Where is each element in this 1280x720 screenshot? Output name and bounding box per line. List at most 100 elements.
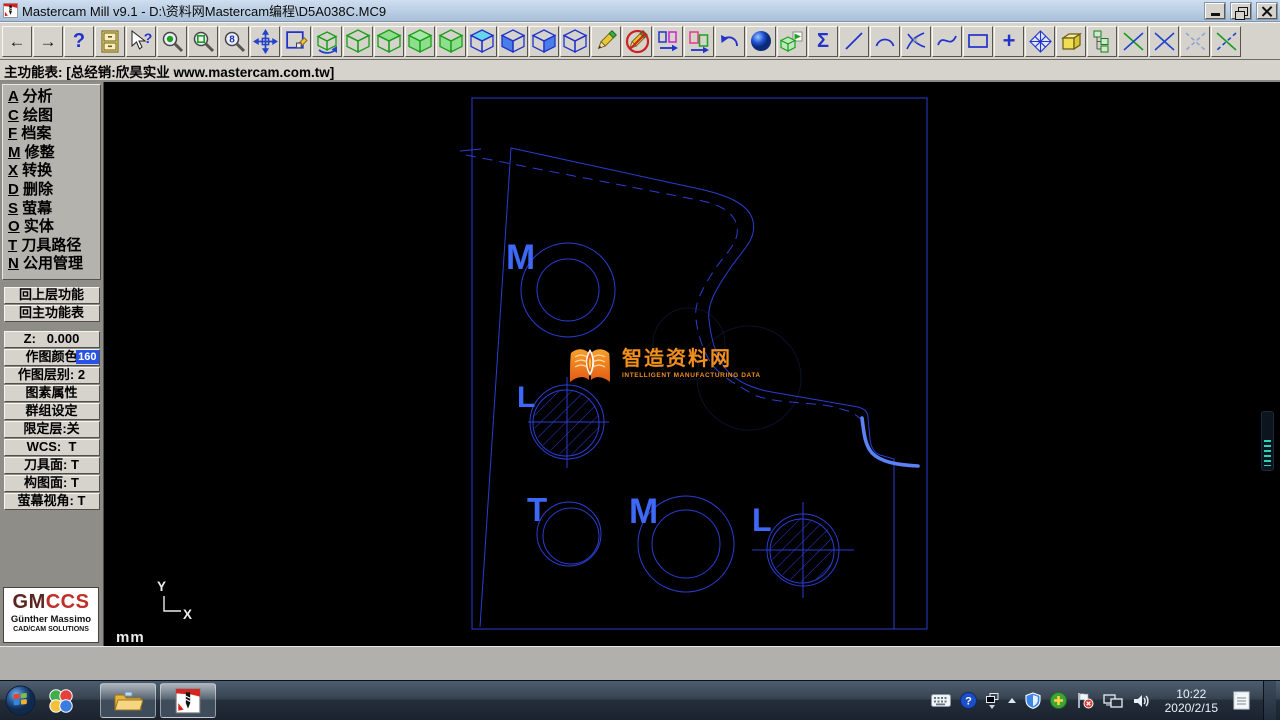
security-shield-icon[interactable] <box>1025 692 1041 709</box>
menu-item-modify[interactable]: M 修整 <box>8 144 100 163</box>
create-spline-button[interactable] <box>932 26 962 57</box>
create-point-icon: + <box>1003 30 1016 52</box>
translate-button[interactable] <box>653 26 683 57</box>
taskbar-clock[interactable]: 10:22 2020/2/15 <box>1159 687 1224 715</box>
xform-mirror-button[interactable] <box>1118 26 1148 57</box>
create-arc-button[interactable] <box>870 26 900 57</box>
draw-color-value-badge: 160 <box>76 350 98 364</box>
menu-item-xform[interactable]: X 转换 <box>8 162 100 181</box>
cplane-side-button[interactable] <box>529 26 559 57</box>
graphics-area[interactable]: MLTML Y X mm <box>104 82 1280 646</box>
menu-item-toolpaths[interactable]: T 刀具路径 <box>8 237 100 256</box>
z-depth-button[interactable]: Z: 0.000 <box>4 331 100 348</box>
operations-manager-button[interactable] <box>1087 26 1117 57</box>
cplane-top-button[interactable] <box>467 26 497 57</box>
create-point-button[interactable]: + <box>994 26 1024 57</box>
part-label[interactable]: M <box>629 492 658 531</box>
restore-button[interactable] <box>1231 3 1251 19</box>
explorer-task-button[interactable] <box>100 683 156 718</box>
attributes-button[interactable]: 图素属性 <box>4 385 100 402</box>
menu-item-create[interactable]: C 绘图 <box>8 107 100 126</box>
menu-item-analyze[interactable]: A 分析 <box>8 88 100 107</box>
draw-color-button[interactable]: 作图颜色160 <box>4 349 100 366</box>
gview-top-button[interactable] <box>374 26 404 57</box>
safety-plus-icon[interactable] <box>1050 692 1067 709</box>
part-label[interactable]: M <box>506 238 535 277</box>
undo-button[interactable] <box>715 26 745 57</box>
part-label[interactable]: T <box>527 491 547 528</box>
tool-plane-button[interactable]: 刀具面: T <box>4 457 100 474</box>
groups-button[interactable]: 群组设定 <box>4 403 100 420</box>
create-solid-button[interactable] <box>1056 26 1086 57</box>
wcs-button[interactable]: WCS: T <box>4 439 100 456</box>
ime-help-icon[interactable]: ? <box>960 692 977 709</box>
screen-view-button[interactable]: 萤幕视角: T <box>4 493 100 510</box>
hole-circle[interactable] <box>543 508 599 564</box>
trim-button[interactable] <box>901 26 931 57</box>
mastercam-task-button[interactable] <box>160 683 216 718</box>
right-edge-widget[interactable] <box>1261 411 1274 471</box>
fit-view-button[interactable] <box>250 26 280 57</box>
transform-cube-button[interactable] <box>777 26 807 57</box>
forward-button[interactable]: → <box>33 26 63 57</box>
zoom-window-button[interactable] <box>188 26 218 57</box>
network-icon[interactable] <box>1103 693 1123 709</box>
shade-sphere-button[interactable] <box>746 26 776 57</box>
notification-doc-icon[interactable] <box>1233 691 1250 710</box>
sketch-pencil-icon <box>594 29 619 54</box>
analyze-cursor-button[interactable]: ? <box>126 26 156 57</box>
close-button[interactable] <box>1257 3 1277 19</box>
zoom-in-button[interactable] <box>157 26 187 57</box>
create-spline-icon <box>935 29 959 53</box>
rotate-view-button[interactable] <box>312 26 342 57</box>
start-icon <box>5 685 36 716</box>
create-line-button[interactable] <box>839 26 869 57</box>
calculator-sigma-button[interactable]: Σ <box>808 26 838 57</box>
menu-item-screen[interactable]: S 萤幕 <box>8 200 100 219</box>
bore-circle[interactable] <box>537 259 599 321</box>
bore-circle[interactable] <box>652 510 720 578</box>
browser-app-button[interactable] <box>40 681 82 720</box>
menu-item-file[interactable]: F 档案 <box>8 125 100 144</box>
construction-plane-button[interactable]: 构图面: T <box>4 475 100 492</box>
menu-item-delete[interactable]: D 删除 <box>8 181 100 200</box>
minimize-button[interactable] <box>1205 3 1225 19</box>
gview-wireframe-button[interactable] <box>343 26 373 57</box>
action-center-icon[interactable] <box>1076 692 1094 709</box>
back-button[interactable]: ← <box>2 26 32 57</box>
menu-item-utilities[interactable]: N 公用管理 <box>8 255 100 274</box>
help-button[interactable]: ? <box>64 26 94 57</box>
draw-level-button[interactable]: 作图层别: 2 <box>4 367 100 384</box>
gview-side-button[interactable] <box>436 26 466 57</box>
gview-shaded-button[interactable] <box>405 26 435 57</box>
cplane-front-button[interactable] <box>498 26 528 57</box>
xform-rotate-button[interactable] <box>1149 26 1179 57</box>
part-label[interactable]: L <box>517 381 535 414</box>
file-cabinet-button[interactable] <box>95 26 125 57</box>
part-geometry[interactable] <box>460 98 927 629</box>
part-label[interactable]: L <box>752 502 772 538</box>
keyboard-icon[interactable] <box>931 694 951 707</box>
create-surface-button[interactable] <box>1025 26 1055 57</box>
xform-offset-button[interactable] <box>1211 26 1241 57</box>
show-desktop-button[interactable] <box>1263 681 1276 720</box>
window-restore-icon[interactable] <box>986 693 999 709</box>
sketch-pencil-button[interactable] <box>591 26 621 57</box>
xform-scale-button[interactable] <box>1180 26 1210 57</box>
backup-button[interactable]: 回上层功能 <box>4 287 100 304</box>
limit-level-button[interactable]: 限定层:关 <box>4 421 100 438</box>
menu-item-solids[interactable]: O 实体 <box>8 218 100 237</box>
start-button[interactable] <box>0 681 40 720</box>
copy-offset-button[interactable] <box>684 26 714 57</box>
cad-drawing[interactable]: MLTML Y X mm <box>104 82 1280 646</box>
cplane-iso-button[interactable] <box>560 26 590 57</box>
main-menu-button[interactable]: 回主功能表 <box>4 305 100 322</box>
show-hidden-icon[interactable] <box>1008 698 1016 703</box>
create-rectangle-button[interactable] <box>963 26 993 57</box>
delete-entity-button[interactable] <box>622 26 652 57</box>
create-rectangle-icon <box>966 29 990 53</box>
tick-line[interactable] <box>460 149 481 151</box>
volume-icon[interactable] <box>1132 693 1150 709</box>
zoom-out-button[interactable]: 8 <box>219 26 249 57</box>
repaint-button[interactable] <box>281 26 311 57</box>
